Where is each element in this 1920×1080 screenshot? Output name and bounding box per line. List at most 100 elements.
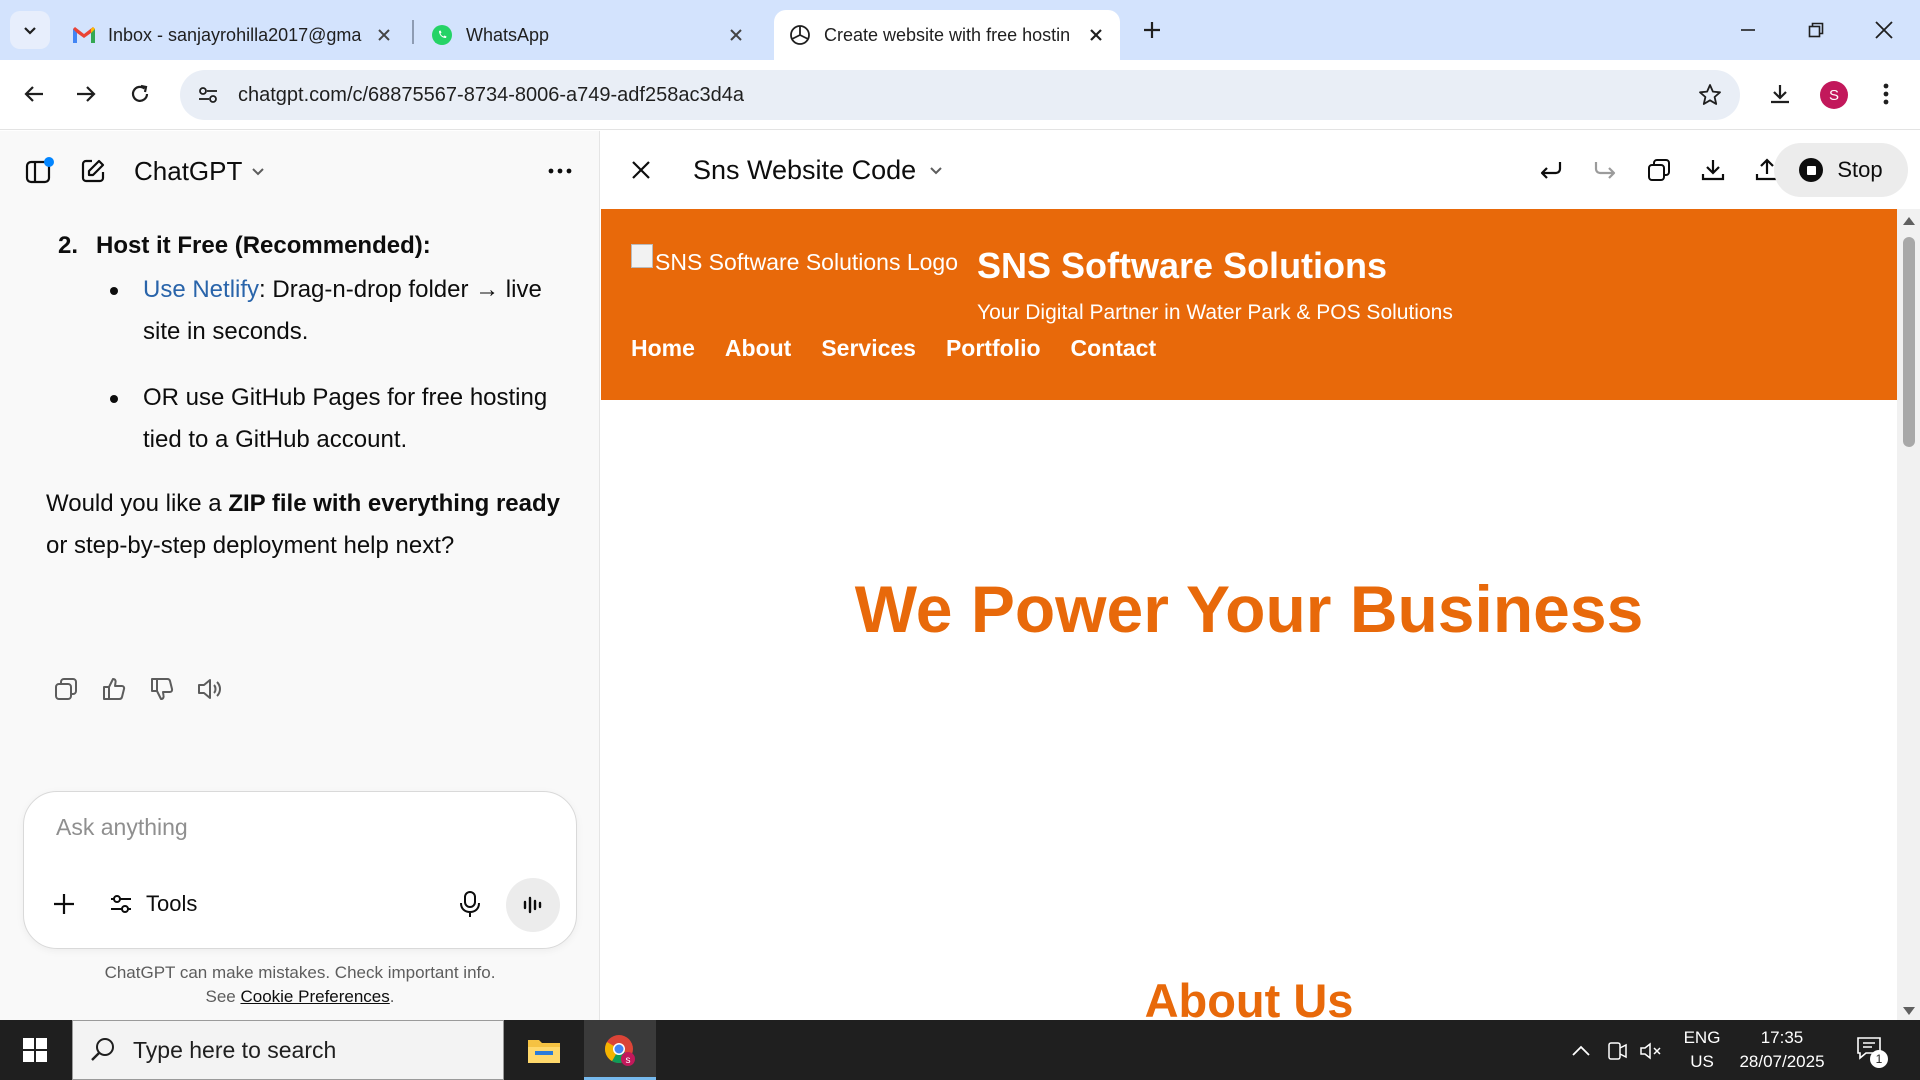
arrow-left-icon xyxy=(24,86,43,102)
model-name: ChatGPT xyxy=(134,155,243,186)
more-vertical-icon xyxy=(1883,83,1889,105)
profile-avatar[interactable]: S xyxy=(1820,81,1848,109)
browser-tab-chatgpt[interactable]: Create website with free hostin xyxy=(774,10,1120,60)
close-icon[interactable] xyxy=(722,21,750,49)
message-actions xyxy=(42,671,234,707)
dictate-button[interactable] xyxy=(450,884,490,924)
browser-menu-button[interactable] xyxy=(1866,74,1906,114)
notification-count: 1 xyxy=(1870,1050,1888,1068)
input-language[interactable]: ENG US xyxy=(1680,1026,1724,1074)
netlify-link[interactable]: Use Netlify xyxy=(143,276,259,303)
site-tagline: Your Digital Partner in Water Park & POS… xyxy=(977,301,1453,324)
logo-alt-text: SNS Software Solutions Logo xyxy=(655,248,959,275)
list-number: 2. xyxy=(58,232,79,259)
tools-label: Tools xyxy=(146,891,198,916)
followup-post: or step-by-step deployment help next? xyxy=(46,532,455,559)
tab-title: Inbox - sanjayrohilla2017@gma xyxy=(108,24,362,45)
add-attachment-button[interactable] xyxy=(44,884,84,924)
close-window-button[interactable] xyxy=(1856,8,1912,52)
site-nav-services[interactable]: Services xyxy=(821,335,916,362)
canvas-title[interactable]: Sns Website Code xyxy=(693,149,944,191)
new-tab-button[interactable] xyxy=(1136,14,1168,46)
download-code-button[interactable] xyxy=(1693,150,1733,190)
site-nav-portfolio[interactable]: Portfolio xyxy=(946,335,1041,362)
browser-tab-gmail[interactable]: Inbox - sanjayrohilla2017@gma xyxy=(58,10,408,60)
scroll-up-arrow[interactable] xyxy=(1903,217,1915,225)
undo-icon xyxy=(1540,162,1562,179)
close-icon[interactable] xyxy=(1082,21,1110,49)
clock-time: 17:35 xyxy=(1760,1028,1804,1047)
site-nav-about[interactable]: About xyxy=(725,335,791,362)
lang-code: ENG xyxy=(1683,1028,1721,1047)
plus-icon xyxy=(1144,22,1160,38)
file-explorer-button[interactable] xyxy=(508,1020,580,1080)
notifications-button[interactable]: 1 xyxy=(1856,1036,1888,1068)
start-button[interactable] xyxy=(0,1020,70,1080)
copy-button[interactable] xyxy=(42,671,90,707)
show-hidden-icons-button[interactable] xyxy=(1568,1038,1594,1064)
site-nav-home[interactable]: Home xyxy=(631,335,695,362)
close-icon xyxy=(1875,21,1893,39)
preview-scrollbar[interactable] xyxy=(1897,209,1920,1020)
voice-wave-icon xyxy=(523,896,542,914)
cookie-preferences-link[interactable]: Cookie Preferences xyxy=(240,987,389,1006)
url-text[interactable]: chatgpt.com/c/68875567-8734-8006-a749-ad… xyxy=(238,84,1690,107)
copy-icon xyxy=(55,678,77,700)
scroll-down-arrow[interactable] xyxy=(1903,1007,1915,1015)
meet-now-icon[interactable] xyxy=(1604,1038,1630,1064)
copy-icon xyxy=(1648,159,1670,181)
disclaimer: ChatGPT can make mistakes. Check importa… xyxy=(0,961,600,1009)
browser-tab-whatsapp[interactable]: WhatsApp xyxy=(416,10,760,60)
clock-date: 28/07/2025 xyxy=(1739,1052,1825,1071)
bullet-text: OR use GitHub Pages for free hosting tie… xyxy=(143,384,548,453)
redo-icon xyxy=(1594,162,1616,179)
restore-button[interactable] xyxy=(1788,8,1844,52)
voice-mode-button[interactable] xyxy=(506,878,560,932)
tab-title: Create website with free hostin xyxy=(824,24,1071,45)
search-icon xyxy=(91,1038,114,1061)
read-aloud-button[interactable] xyxy=(186,671,234,707)
sidebar-toggle-button[interactable] xyxy=(19,151,59,191)
tab-search-button[interactable] xyxy=(10,11,50,49)
bookmark-star-icon[interactable] xyxy=(1690,75,1730,115)
forward-button[interactable] xyxy=(66,74,106,114)
address-bar[interactable]: chatgpt.com/c/68875567-8734-8006-a749-ad… xyxy=(180,70,1740,120)
tools-button[interactable]: Tools xyxy=(108,884,197,924)
tab-title: WhatsApp xyxy=(466,24,550,45)
chrome-taskbar-button[interactable]: s xyxy=(584,1020,656,1080)
back-button[interactable] xyxy=(14,74,54,114)
arrow-right-icon xyxy=(77,86,96,102)
good-response-button[interactable] xyxy=(90,671,138,707)
prompt-input[interactable]: Ask anything xyxy=(56,814,188,841)
site-logo: SNS Software Solutions Logo xyxy=(631,244,959,277)
model-switcher[interactable]: ChatGPT xyxy=(134,151,266,191)
site-nav-contact[interactable]: Contact xyxy=(1071,335,1157,362)
chevron-up-icon xyxy=(1572,1045,1590,1056)
reload-icon xyxy=(131,84,149,102)
volume-muted-icon[interactable] xyxy=(1638,1038,1664,1064)
bad-response-button[interactable] xyxy=(138,671,186,707)
close-canvas-button[interactable] xyxy=(621,150,661,190)
disclaimer-line: ChatGPT can make mistakes. Check importa… xyxy=(104,963,496,982)
stop-label: Stop xyxy=(1837,157,1883,182)
taskbar-search[interactable]: Type here to search xyxy=(72,1020,504,1080)
chevron-down-icon xyxy=(24,27,36,35)
scrollbar-thumb[interactable] xyxy=(1903,237,1915,447)
copy-code-button[interactable] xyxy=(1639,150,1679,190)
redo-button[interactable] xyxy=(1585,150,1625,190)
site-info-icon[interactable] xyxy=(192,79,224,111)
new-chat-button[interactable] xyxy=(73,151,113,191)
close-icon[interactable] xyxy=(370,21,398,49)
svg-text:s: s xyxy=(626,1055,631,1066)
reload-button[interactable] xyxy=(120,74,160,114)
sidebar-icon xyxy=(25,157,54,184)
system-clock[interactable]: 17:35 28/07/2025 xyxy=(1732,1026,1832,1074)
stop-button[interactable]: Stop xyxy=(1774,143,1908,197)
chat-composer[interactable]: Ask anything Tools xyxy=(23,791,577,949)
canvas-title-text: Sns Website Code xyxy=(693,154,917,185)
downloads-button[interactable] xyxy=(1760,74,1800,114)
chat-options-button[interactable] xyxy=(540,151,580,191)
minimize-button[interactable] xyxy=(1720,8,1776,52)
undo-button[interactable] xyxy=(1531,150,1571,190)
about-heading: About Us xyxy=(1144,974,1354,1020)
